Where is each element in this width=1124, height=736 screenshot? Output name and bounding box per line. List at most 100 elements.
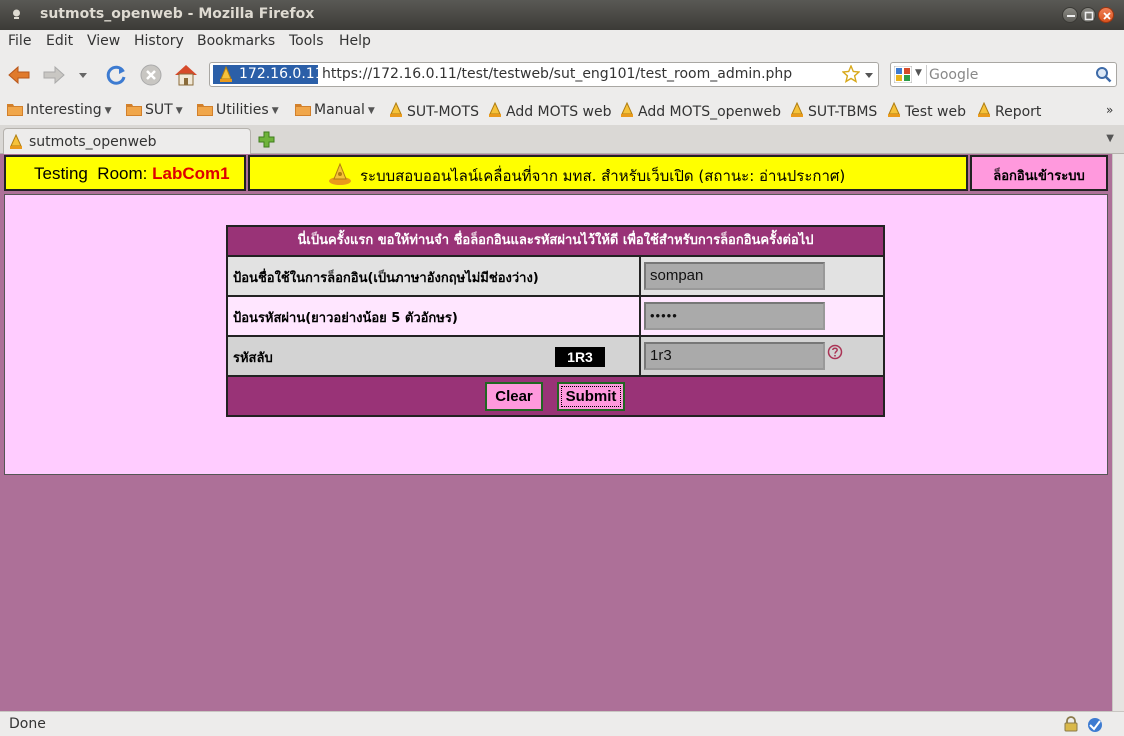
bookmark-sut-mots[interactable]: SUT-MOTS [388,102,479,120]
chevron-down-icon: ▼ [104,106,112,116]
bookmark-add-mots-openweb[interactable]: Add MOTS_openweb [619,102,781,120]
bookmark-star-icon[interactable] [842,65,860,83]
window-menu-icon[interactable] [12,9,21,20]
captcha-label-cell: รหัสลับ 1R3 [228,337,639,375]
chevron-down-icon: ▼ [271,106,279,116]
form-heading: นี่เป็นครั้งแรก ขอให้ท่านจำ ชื่อล็อกอินแ… [228,227,883,255]
submit-button[interactable]: Submit [557,382,625,411]
window-titlebar: sutmots_openweb - Mozilla Firefox [0,0,1124,30]
password-input[interactable]: ••••• [644,302,825,330]
login-link[interactable]: ล็อกอินเข้าระบบ [972,165,1106,186]
search-engine-dropdown-icon[interactable]: ▼ [915,68,922,78]
new-tab-icon[interactable] [258,131,275,148]
menu-help[interactable]: Help [339,33,371,49]
bookmarks-overflow-icon[interactable]: » [1106,103,1113,117]
site-identity-label: 172.16.0.11 [239,66,324,82]
menu-edit[interactable]: Edit [46,33,73,49]
bookmark-folder-utilities[interactable]: Utilities ▼ [197,102,279,118]
bookmark-label: Interesting [26,102,102,118]
forward-button[interactable] [40,62,68,88]
menu-bookmarks[interactable]: Bookmarks [197,33,275,49]
google-icon[interactable] [894,66,912,83]
menu-tools[interactable]: Tools [289,33,324,49]
reload-button[interactable] [102,62,130,88]
bookmark-add-mots-web[interactable]: Add MOTS web [487,102,612,120]
forward-arrow-icon [43,65,65,85]
bookmark-folder-interesting[interactable]: Interesting ▼ [7,102,112,118]
lamp-icon [220,65,232,82]
search-icon[interactable] [1095,66,1112,83]
url-text[interactable]: https://172.16.0.11/test/testweb/sut_eng… [322,66,792,82]
bookmark-test-web[interactable]: Test web [886,102,966,120]
url-dropdown-icon[interactable] [864,66,874,84]
username-input[interactable]: sompan [644,262,825,290]
folder-icon [197,104,213,116]
addon-status-icon[interactable] [1086,716,1104,734]
tab-sutmots-openweb[interactable]: sutmots_openweb [3,128,251,155]
back-button[interactable] [5,62,33,88]
bookmark-label: Manual [314,102,365,118]
lamp-icon [978,102,990,117]
captcha-input-cell: 1r3 [641,337,883,375]
bookmark-report[interactable]: Report [976,102,1041,120]
registration-form: นี่เป็นครั้งแรก ขอให้ท่านจำ ชื่อล็อกอินแ… [226,225,885,417]
menu-view[interactable]: View [87,33,120,49]
reload-icon [106,65,126,85]
bookmark-label: Utilities [216,102,269,118]
password-row: ป้อนรหัสผ่าน(ยาวอย่างน้อย 5 ตัวอักษร) ••… [228,297,883,335]
login-cell: ล็อกอินเข้าระบบ [970,155,1108,191]
tab-list-icon[interactable]: ▼ [1106,133,1114,144]
clear-button[interactable]: Clear [485,382,543,411]
maximize-button[interactable] [1080,7,1096,23]
minimize-icon [1067,15,1075,17]
back-arrow-icon [8,65,30,85]
folder-icon [7,104,23,116]
system-title: ระบบสอบออนไลน์เคลื่อนที่จาก มทส. สำหรับเ… [360,167,846,185]
status-text: Done [9,716,46,732]
home-button[interactable] [172,62,200,88]
bookmark-label: Test web [905,104,966,120]
window-title: sutmots_openweb - Mozilla Firefox [40,6,315,22]
page-content: Testing Room: LabCom1 ระบบสอบออนไลน์เคลื… [0,154,1112,711]
username-label: ป้อนชื่อใช้ในการล็อกอิน(เป็นภาษาอังกฤษไม… [233,271,539,286]
folder-icon [295,104,311,116]
home-icon [175,65,197,86]
lamp-icon [10,134,22,149]
close-icon [1103,12,1111,20]
search-input[interactable] [929,65,1094,84]
search-divider [926,65,927,84]
username-input-cell: sompan [641,257,883,295]
status-bar: Done [0,711,1124,736]
testing-room-cell: Testing Room: LabCom1 [4,155,246,191]
minimize-button[interactable] [1062,7,1078,23]
bookmarks-toolbar: Interesting ▼ SUT ▼ Utilities ▼ Manual ▼ SUT… [0,96,1124,125]
vertical-scrollbar[interactable] [1112,154,1124,711]
lock-icon[interactable] [1063,716,1079,732]
menu-history[interactable]: History [134,33,184,49]
stop-button[interactable] [137,62,165,88]
bookmark-label: Report [995,104,1042,120]
bookmark-sut-tbms[interactable]: SUT-TBMS [789,102,877,120]
bookmark-label: Add MOTS_openweb [638,104,781,120]
site-identity-button[interactable]: 172.16.0.11 [213,65,324,84]
help-icon[interactable] [827,344,843,360]
bookmark-folder-sut[interactable]: SUT ▼ [126,102,183,118]
menu-bar: File Edit View History Bookmarks Tools H… [0,30,1124,54]
bookmark-label: Add MOTS web [506,104,612,120]
lamp-icon [888,102,900,117]
chevron-down-icon [79,73,87,78]
lamp-icon [621,102,633,117]
close-button[interactable] [1098,7,1114,23]
tab-bar: sutmots_openweb ▼ [0,125,1124,155]
captcha-input[interactable]: 1r3 [644,342,825,370]
address-bar[interactable]: 172.16.0.11 https://172.16.0.11/test/tes… [209,62,879,87]
history-dropdown[interactable] [76,62,90,88]
lamp-icon [390,102,402,117]
chevron-down-icon: ▼ [367,106,375,116]
system-title-cell: ระบบสอบออนไลน์เคลื่อนที่จาก มทส. สำหรับเ… [248,155,968,191]
captcha-label: รหัสลับ [233,351,273,366]
bookmark-folder-manual[interactable]: Manual ▼ [295,102,375,118]
testing-room-label: Testing Room: LabCom1 [34,164,230,184]
username-label-cell: ป้อนชื่อใช้ในการล็อกอิน(เป็นภาษาอังกฤษไม… [228,257,639,295]
menu-file[interactable]: File [8,33,31,49]
